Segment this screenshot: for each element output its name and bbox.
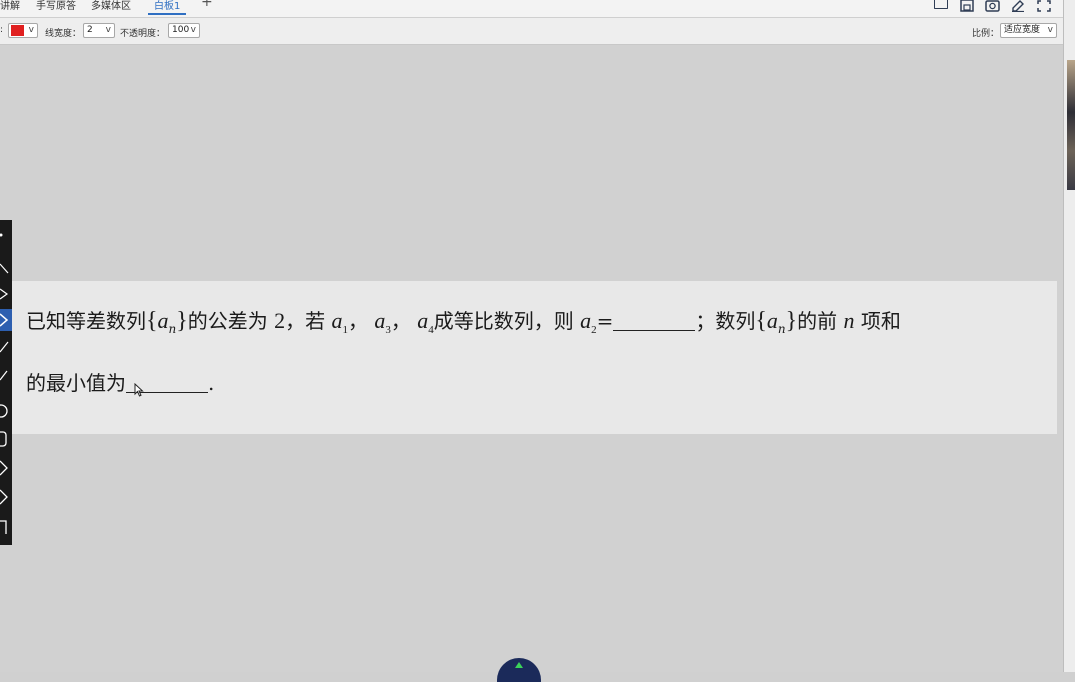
chevron-down-icon: v bbox=[28, 25, 34, 35]
right-side-panel bbox=[1063, 0, 1075, 672]
problem-text: 已知等差数列 bbox=[26, 309, 146, 333]
brace: { bbox=[755, 308, 767, 334]
problem-text: 的最小值为 bbox=[26, 371, 126, 395]
problem-text: 的公差为 bbox=[187, 309, 268, 333]
math-var: a bbox=[374, 308, 386, 333]
pen-color-swatch bbox=[11, 25, 24, 36]
problem-line-1: 已知等差数列{an}的公差为 2，若 a1， a3， a4成等比数列，则 a2=… bbox=[26, 305, 901, 336]
diamond-tool-icon-2[interactable] bbox=[0, 486, 12, 508]
math-sub: n bbox=[777, 322, 786, 336]
math-var: a bbox=[331, 308, 343, 333]
problem-text: ；数列 bbox=[695, 309, 756, 333]
diamond-tool-icon[interactable] bbox=[0, 457, 12, 479]
math-var: a bbox=[157, 308, 169, 333]
tab-whiteboard-1[interactable]: 白板1 bbox=[147, 0, 187, 15]
more-tool-icon[interactable] bbox=[0, 516, 12, 538]
problem-text: ， bbox=[390, 309, 411, 333]
tab-bar: 讲解 手写原答 多媒体区 白板1 + bbox=[0, 0, 1063, 18]
video-thumbnail[interactable] bbox=[1067, 60, 1075, 190]
math-var: n bbox=[843, 308, 855, 333]
line-width-value: 2 bbox=[87, 25, 93, 35]
opacity-label: 不透明度： bbox=[120, 29, 166, 39]
pen-color-select[interactable]: v bbox=[8, 23, 38, 38]
camera-icon[interactable] bbox=[985, 0, 1000, 16]
problem-text: = bbox=[596, 309, 614, 333]
problem-text: . bbox=[208, 371, 215, 395]
problem-text: 的前 bbox=[797, 309, 838, 333]
edit-icon[interactable] bbox=[1011, 0, 1025, 16]
color-label-colon: : bbox=[0, 25, 4, 35]
tab-1[interactable]: 手写原答 bbox=[36, 0, 76, 15]
opacity-select[interactable]: 100 v bbox=[168, 23, 200, 38]
brace: } bbox=[176, 308, 188, 334]
left-tool-palette bbox=[0, 220, 12, 545]
line-width-select[interactable]: 2 v bbox=[83, 23, 115, 38]
tab-0[interactable]: 讲解 bbox=[0, 0, 20, 15]
window-icon[interactable] bbox=[934, 0, 948, 9]
math-value: 2 bbox=[274, 308, 286, 333]
problem-text: 项和 bbox=[860, 309, 901, 333]
problem-line-2: 的最小值为. bbox=[26, 367, 215, 397]
move-icon[interactable] bbox=[0, 224, 12, 246]
scale-label: 比例： bbox=[972, 29, 1000, 39]
math-var: a bbox=[766, 308, 778, 333]
slash-tool-icon-2[interactable] bbox=[0, 365, 12, 387]
problem-text: ，若 bbox=[285, 309, 326, 333]
scale-select[interactable]: 适应宽度 v bbox=[1000, 23, 1057, 38]
math-var: a bbox=[580, 308, 592, 333]
line-tool-icon[interactable] bbox=[0, 258, 12, 280]
fullscreen-icon[interactable] bbox=[1037, 0, 1051, 16]
circle-tool-icon[interactable] bbox=[0, 400, 12, 422]
scale-value: 适应宽度 bbox=[1004, 25, 1041, 35]
arrow-tool-icon[interactable] bbox=[0, 283, 12, 305]
save-icon[interactable] bbox=[960, 0, 974, 16]
add-tab-button[interactable]: + bbox=[201, 0, 213, 10]
tool-options-bar: : v 线宽度： 2 v 不透明度： 100 v 比例： 适应宽度 v bbox=[0, 18, 1063, 45]
opacity-value: 100 bbox=[172, 25, 190, 35]
brace: { bbox=[146, 308, 158, 334]
math-var: a bbox=[417, 308, 429, 333]
chevron-down-icon: v bbox=[105, 25, 111, 35]
whiteboard-canvas[interactable]: 已知等差数列{an}的公差为 2，若 a1， a3， a4成等比数列，则 a2=… bbox=[0, 45, 1063, 672]
line-width-label: 线宽度： bbox=[45, 29, 82, 39]
tab-2[interactable]: 多媒体区 bbox=[91, 0, 131, 15]
pen-tool-icon[interactable] bbox=[0, 309, 12, 331]
brace: } bbox=[785, 308, 798, 334]
answer-blank-1[interactable] bbox=[613, 312, 696, 331]
chevron-down-icon: v bbox=[190, 25, 196, 35]
slash-tool-icon[interactable] bbox=[0, 337, 12, 359]
chevron-down-icon: v bbox=[1047, 25, 1053, 35]
cursor-icon bbox=[134, 378, 144, 397]
problem-card: 已知等差数列{an}的公差为 2，若 a1， a3， a4成等比数列，则 a2=… bbox=[12, 281, 1057, 434]
problem-text: 成等比数列，则 bbox=[433, 309, 574, 333]
rounded-rect-tool-icon[interactable] bbox=[0, 428, 12, 450]
answer-blank-2[interactable] bbox=[126, 374, 208, 397]
problem-text: ， bbox=[348, 309, 369, 333]
